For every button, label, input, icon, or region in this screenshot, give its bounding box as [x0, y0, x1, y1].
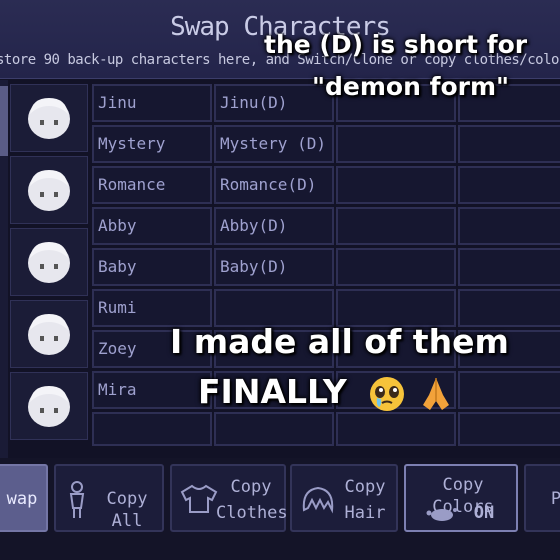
swap-characters-screen: Swap Characters store 90 back-up charact… — [0, 0, 560, 560]
copy-hair-button[interactable]: Copy Hair — [290, 464, 398, 532]
partial-button-label: P — [550, 489, 560, 509]
character-slot-name[interactable]: Jinu — [92, 84, 212, 122]
character-slot-name[interactable]: Mira — [92, 371, 212, 409]
character-slot-name[interactable]: Abby(D) — [214, 207, 334, 245]
character-slot-name[interactable] — [458, 412, 560, 446]
character-slot-name[interactable]: Mystery — [92, 125, 212, 163]
partial-button[interactable]: P — [524, 464, 560, 532]
swap-button[interactable]: wap — [0, 464, 48, 532]
character-slot-name[interactable] — [458, 248, 560, 286]
avatar-slot[interactable] — [10, 156, 88, 224]
caption-top-line-2: "demon form" — [312, 72, 510, 101]
character-slot-name[interactable] — [458, 125, 560, 163]
caption-middle-text: FINALLY — [198, 372, 347, 411]
swap-button-label: wap — [6, 489, 38, 509]
character-head-icon — [28, 98, 70, 139]
shirt-icon — [180, 484, 218, 513]
copy-colors-toggle[interactable]: Copy Colors ON — [404, 464, 518, 532]
caption-middle-line-1: I made all of them — [170, 322, 509, 361]
character-slot-name[interactable] — [336, 166, 456, 204]
avatar-slot[interactable] — [10, 300, 88, 368]
character-slot-name[interactable] — [214, 412, 334, 446]
copy-hair-label-bottom: Hair — [344, 503, 386, 523]
character-head-icon — [28, 170, 70, 211]
character-slot-name[interactable] — [336, 248, 456, 286]
character-slot-name[interactable]: Baby — [92, 248, 212, 286]
character-slot-name[interactable]: Romance(D) — [214, 166, 334, 204]
caption-top-line-1: the (D) is short for — [264, 30, 528, 59]
avatar-slot[interactable] — [10, 84, 88, 152]
avatar-slot[interactable] — [10, 228, 88, 296]
copy-hair-label-top: Copy — [344, 477, 386, 497]
caption-middle-line-2: FINALLY — [198, 372, 452, 413]
character-slot-name[interactable]: Mystery (D) — [214, 125, 334, 163]
pleading-face-emoji-icon — [370, 376, 405, 411]
copy-colors-state: ON — [473, 503, 495, 523]
copy-clothes-label-bottom: Clothes — [216, 503, 288, 523]
action-toolbar: wap Copy All Copy Clothes Copy Hair Copy… — [0, 458, 560, 560]
character-slot-name[interactable] — [336, 207, 456, 245]
avatar-slot[interactable] — [10, 372, 88, 440]
folded-hands-emoji-icon — [422, 377, 449, 410]
left-selection-marker — [0, 86, 8, 156]
hair-icon — [302, 486, 334, 514]
character-head-icon — [28, 386, 70, 427]
character-slot-name[interactable] — [92, 412, 212, 446]
paint-splash-icon — [426, 508, 457, 521]
person-outline-icon — [69, 481, 85, 518]
copy-clothes-label-top: Copy — [230, 477, 272, 497]
character-head-icon — [28, 314, 70, 355]
copy-all-label: Copy All — [106, 489, 148, 531]
character-slot-name[interactable] — [458, 166, 560, 204]
character-slot-name[interactable] — [336, 412, 456, 446]
copy-clothes-button[interactable]: Copy Clothes — [170, 464, 288, 532]
character-head-icon — [28, 242, 70, 283]
copy-all-button[interactable]: Copy All — [54, 464, 164, 532]
avatar-column — [10, 80, 88, 458]
character-slot-name[interactable] — [336, 125, 456, 163]
character-slot-name[interactable] — [458, 207, 560, 245]
character-slot-name[interactable]: Romance — [92, 166, 212, 204]
character-slot-name[interactable] — [458, 371, 560, 409]
character-slot-name[interactable]: Baby(D) — [214, 248, 334, 286]
character-slot-name[interactable]: Abby — [92, 207, 212, 245]
